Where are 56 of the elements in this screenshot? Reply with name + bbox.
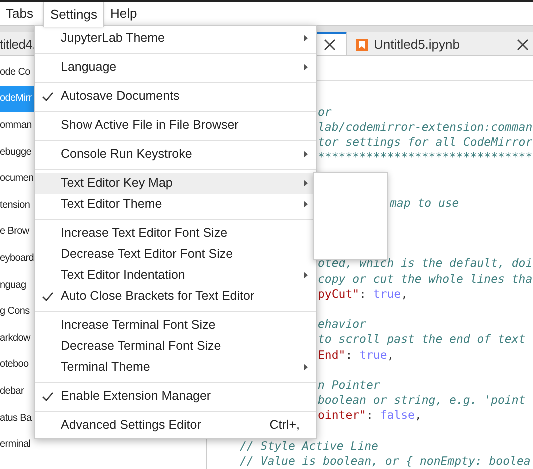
menu-label: Text Editor Indentation <box>61 267 186 284</box>
shortcut-label: Ctrl+, <box>270 417 300 434</box>
menu-option[interactable]: Text Editor Theme <box>35 194 316 215</box>
code-line: n Pointer <box>318 378 380 392</box>
code-line: // Value is boolean, or { nonEmpty: boolea <box>240 454 531 468</box>
menu-label: Decrease Terminal Font Size <box>61 338 222 356</box>
close-icon[interactable] <box>517 38 529 50</box>
menu-label: Auto Close Brackets for Text Editor <box>61 288 256 306</box>
menu-item[interactable]: Settings <box>43 2 104 27</box>
menu-option[interactable]: Text Editor Indentation <box>35 265 316 286</box>
code-line: pyCut": true, <box>318 286 408 301</box>
menu-label: Text Editor Key Map <box>61 175 174 192</box>
menu-label: Increase Terminal Font Size <box>61 317 217 334</box>
notebook-icon <box>356 38 368 50</box>
menu-label: Increase Text Editor Font Size <box>61 225 229 242</box>
menu-label: Show Active File in File Browser <box>61 117 240 134</box>
menu-label: Decrease Text Editor Font Size <box>61 246 234 264</box>
menu-option[interactable]: JupyterLab Theme <box>35 28 316 49</box>
menu-label: Text Editor Theme <box>61 196 164 214</box>
menu-option[interactable]: Decrease Terminal Font Size <box>35 336 316 357</box>
code-line: or <box>318 104 332 118</box>
menu-option[interactable]: Increase Text Editor Font Size <box>35 223 316 244</box>
code-line: boolean or string, e.g. 'point <box>318 393 526 408</box>
code-line: tor settings for all CodeMirror <box>318 134 533 149</box>
menu-option[interactable]: Terminal Theme <box>35 357 316 378</box>
menu-option[interactable]: Auto Close Brackets for Text Editor <box>35 286 316 307</box>
code-line: // Style Active Line <box>240 438 378 453</box>
menu-option[interactable]: Advanced Settings Editor Ctrl+, <box>35 415 316 436</box>
menu-option[interactable]: Console Run Keystroke <box>35 144 316 165</box>
menu-label: Language <box>61 59 118 76</box>
code-line: to scroll past the end of text <box>318 332 526 346</box>
menu-label: Terminal Theme <box>61 359 152 376</box>
menu-label: Console Run Keystroke <box>61 146 194 164</box>
code-line: copy or cut the whole lines tha <box>318 272 533 286</box>
menu-item[interactable]: Help <box>104 2 144 25</box>
menu-option[interactable]: Enable Extension Manager <box>35 386 316 407</box>
menu-option[interactable]: Increase Terminal Font Size <box>35 315 316 336</box>
code-line: ointer": false, <box>318 408 422 422</box>
code-line: oted, which is the default, doi <box>318 256 533 270</box>
code-line: ehavior <box>318 317 366 332</box>
close-icon[interactable] <box>324 38 336 50</box>
menu-item[interactable]: Tabs <box>0 2 40 25</box>
code-line: lab/codemirror-extension:comman <box>318 120 533 134</box>
menu-label: Enable Extension Manager <box>61 388 212 406</box>
menu-option[interactable]: Text Editor Key Map <box>35 173 316 194</box>
menu-label: Autosave Documents <box>61 88 181 106</box>
code-line: map to use <box>390 196 460 210</box>
menu-label: Advanced Settings Editor <box>61 417 202 434</box>
menu-label: JupyterLab Theme <box>61 30 166 48</box>
code-line: End": true, <box>318 348 394 362</box>
menu-option[interactable]: Show Active File in File Browser <box>35 115 316 136</box>
menu-option[interactable]: Decrease Text Editor Font Size <box>35 244 316 265</box>
code-line: ******************************* <box>318 150 533 164</box>
menu-option[interactable]: Autosave Documents <box>35 86 316 107</box>
menu-option[interactable]: Language <box>35 57 316 78</box>
tab[interactable]: Untitled5.ipynb <box>347 32 533 55</box>
